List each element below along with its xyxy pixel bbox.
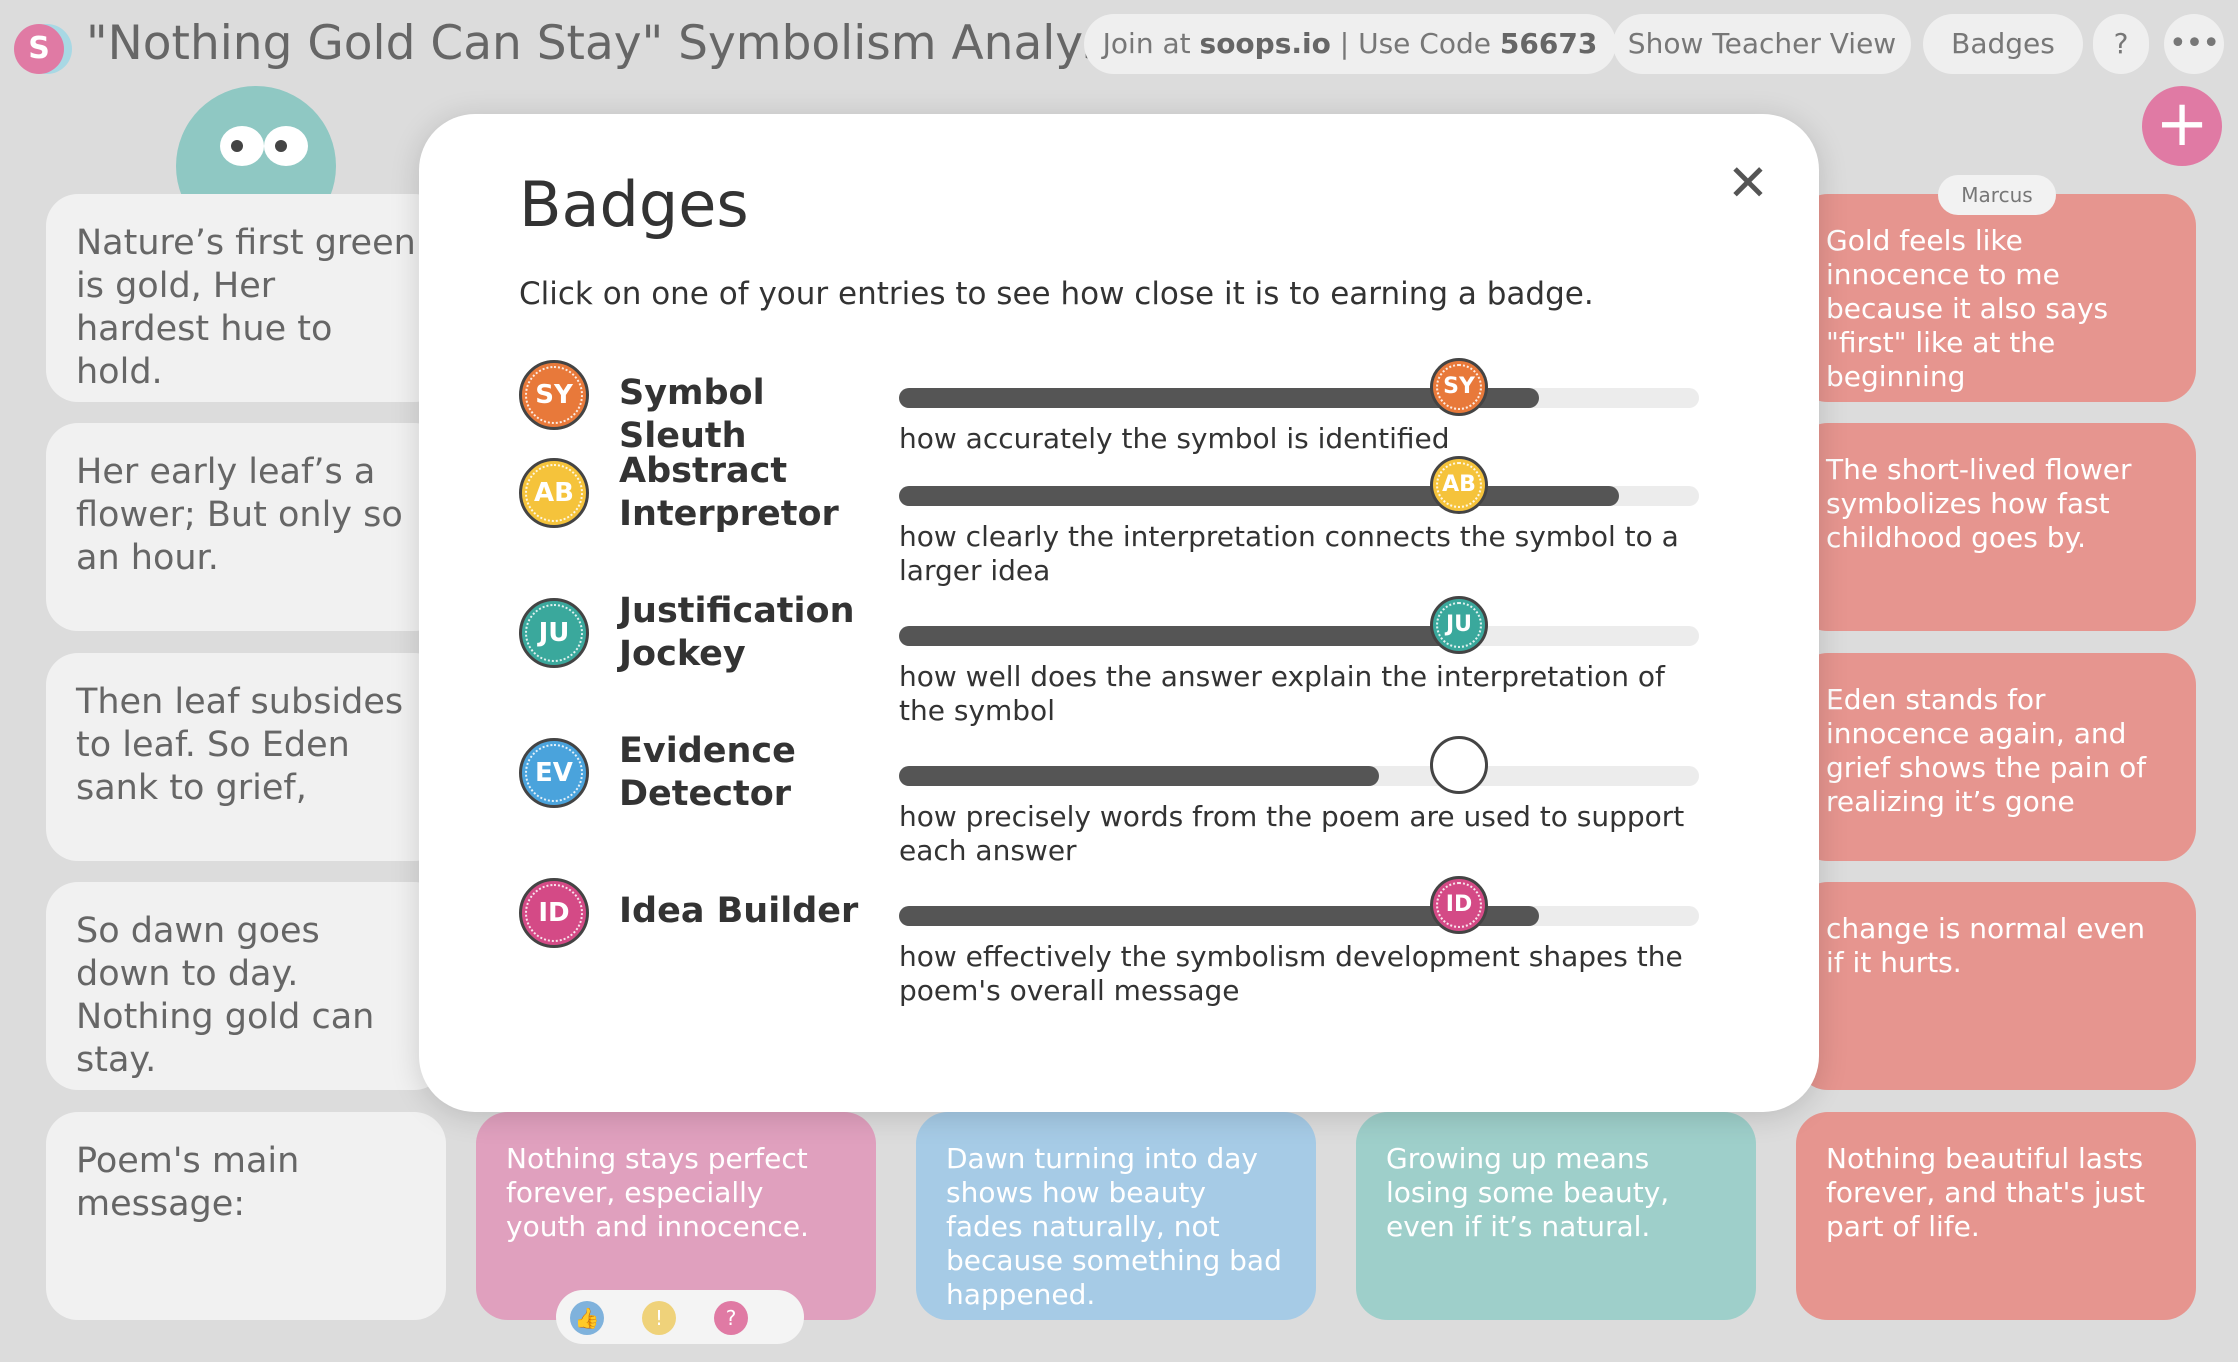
- add-entry-button[interactable]: +: [2142, 86, 2222, 166]
- badge-threshold-marker: ID: [1430, 876, 1488, 934]
- main-message-card[interactable]: Poem's main message:: [46, 1112, 446, 1320]
- marker-abbr: AB: [1436, 462, 1482, 508]
- badge-progress-fill: [899, 626, 1459, 646]
- response-card[interactable]: Eden stands for innocence again, and gri…: [1796, 653, 2196, 861]
- justification-jockey-badge-icon: JU: [519, 598, 589, 668]
- question-icon[interactable]: ?: [714, 1301, 748, 1335]
- badge-abbr: EV: [525, 744, 583, 802]
- logo-letter: S: [14, 24, 64, 74]
- badges-modal: Badges ✕ Click on one of your entries to…: [419, 114, 1819, 1112]
- join-site: soops.io: [1199, 27, 1331, 60]
- badges-button[interactable]: Badges: [1923, 14, 2083, 74]
- badge-threshold-marker: AB: [1430, 456, 1488, 514]
- show-teacher-view-button[interactable]: Show Teacher View: [1613, 14, 1911, 74]
- response-card[interactable]: Nothing stays perfect forever, especiall…: [476, 1112, 876, 1320]
- badge-abbr: ID: [525, 884, 583, 942]
- badge-description: how clearly the interpretation connects …: [899, 520, 1679, 587]
- badge-progress-track: ID: [899, 876, 1699, 934]
- badge-description: how effectively the symbolism developmen…: [899, 940, 1683, 1007]
- abstract-interpretor-badge-icon: AB: [519, 458, 589, 528]
- join-code: 56673: [1499, 27, 1598, 60]
- modal-title: Badges: [519, 168, 749, 241]
- badge-row: JU Justification Jockey JU how well does…: [419, 591, 1819, 736]
- symbol-sleuth-badge-icon: SY: [519, 360, 589, 430]
- app-logo: S: [14, 20, 72, 78]
- badge-abbr: JU: [525, 604, 583, 662]
- stanza-card[interactable]: So dawn goes down to day. Nothing gold c…: [46, 882, 446, 1090]
- badge-name: Evidence Detector: [619, 731, 796, 814]
- badge-name: Abstract Interpretor: [619, 451, 839, 534]
- modal-instructions: Click on one of your entries to see how …: [519, 276, 1594, 312]
- badge-progress-fill: [899, 486, 1619, 506]
- join-info: Join at soops.io | Use Code 56673: [1084, 14, 1616, 74]
- badge-threshold-marker: [1430, 736, 1488, 794]
- marker-abbr: SY: [1436, 364, 1482, 410]
- response-card[interactable]: Gold feels like innocence to me because …: [1796, 194, 2196, 402]
- marker-abbr: [1436, 742, 1482, 788]
- more-options-button[interactable]: •••: [2164, 14, 2224, 74]
- badge-row: EV Evidence Detector how precisely words…: [419, 731, 1819, 876]
- stanza-card[interactable]: Nature’s first green is gold, Her hardes…: [46, 194, 446, 402]
- badge-row: ID Idea Builder ID how effectively the s…: [419, 876, 1819, 1016]
- stanza-card[interactable]: Then leaf subsides to leaf. So Eden sank…: [46, 653, 446, 861]
- avatar-eye-right: [264, 126, 308, 166]
- reaction-bar: 👍 ! ?: [556, 1290, 804, 1344]
- badge-threshold-marker: SY: [1430, 358, 1488, 416]
- lightbulb-icon[interactable]: !: [642, 1301, 676, 1335]
- response-card[interactable]: Nothing beautiful lasts forever, and tha…: [1796, 1112, 2196, 1320]
- stanza-card[interactable]: Her early leaf’s a flower; But only so a…: [46, 423, 446, 631]
- page-title: "Nothing Gold Can Stay" Symbolism Analys…: [86, 16, 1146, 71]
- badge-abbr: SY: [525, 366, 583, 424]
- join-mid: | Use Code: [1330, 27, 1500, 60]
- badge-progress-track: SY: [899, 358, 1699, 416]
- badge-name: Symbol Sleuth: [619, 373, 765, 456]
- avatar-eye-left: [220, 126, 264, 166]
- marker-abbr: ID: [1436, 882, 1482, 928]
- response-card[interactable]: Growing up means losing some beauty, eve…: [1356, 1112, 1756, 1320]
- badge-row: AB Abstract Interpretor AB how clearly t…: [419, 451, 1819, 596]
- thumbs-up-icon[interactable]: 👍: [570, 1301, 604, 1335]
- badge-description: how well does the answer explain the int…: [899, 660, 1665, 727]
- badge-progress-fill: [899, 766, 1379, 786]
- help-button[interactable]: ?: [2093, 14, 2149, 74]
- evidence-detector-badge-icon: EV: [519, 738, 589, 808]
- badge-description: how accurately the symbol is identified: [899, 422, 1450, 455]
- author-tag: Marcus: [1938, 175, 2056, 215]
- badge-description: how precisely words from the poem are us…: [899, 800, 1685, 867]
- idea-builder-badge-icon: ID: [519, 878, 589, 948]
- close-icon[interactable]: ✕: [1725, 158, 1771, 208]
- badge-threshold-marker: JU: [1430, 596, 1488, 654]
- response-card[interactable]: The short-lived flower symbolizes how fa…: [1796, 423, 2196, 631]
- badge-progress-track: JU: [899, 596, 1699, 654]
- badge-abbr: AB: [525, 464, 583, 522]
- response-card[interactable]: change is normal even if it hurts.: [1796, 882, 2196, 1090]
- badge-progress-track: AB: [899, 456, 1699, 514]
- response-card[interactable]: Dawn turning into day shows how beauty f…: [916, 1112, 1316, 1320]
- join-prefix: Join at: [1102, 27, 1200, 60]
- badge-progress-track: [899, 736, 1699, 794]
- marker-abbr: JU: [1436, 602, 1482, 648]
- badge-name: Idea Builder: [619, 891, 859, 931]
- badge-name: Justification Jockey: [619, 591, 855, 674]
